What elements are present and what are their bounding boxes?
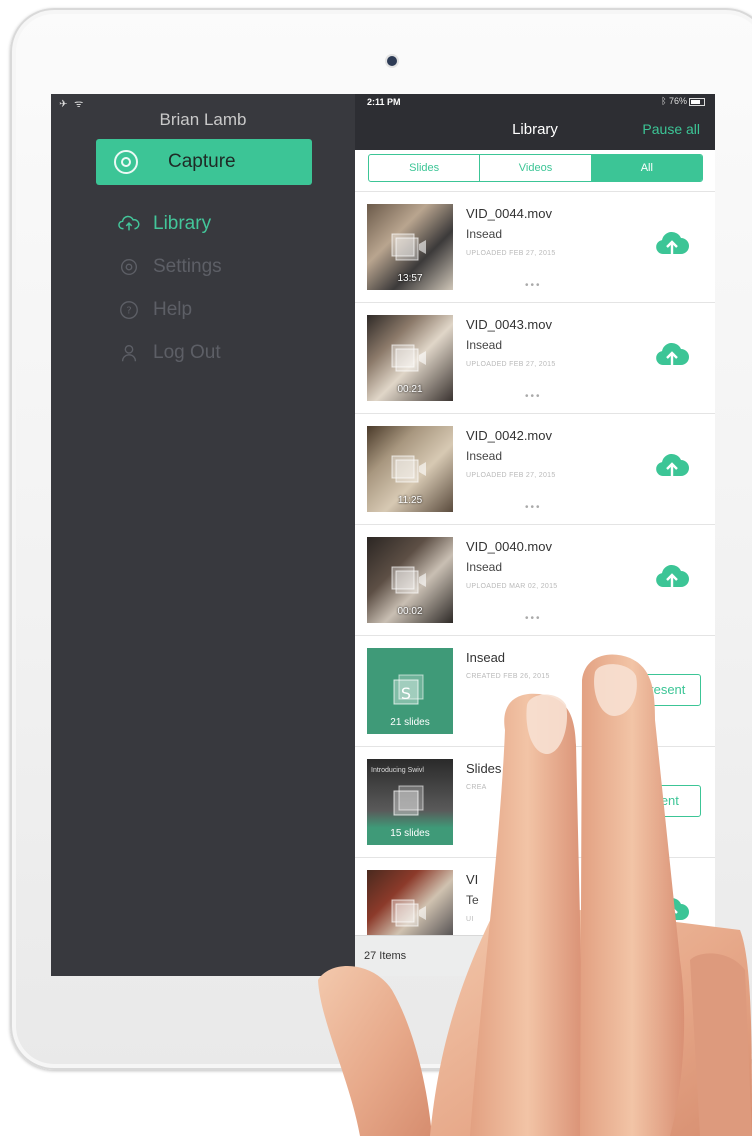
library-pane: 2:11 PM ᛒ 76% Library Pause all Slides V…	[355, 94, 715, 976]
item-count: 27 Items	[364, 950, 407, 962]
gear-icon	[117, 255, 141, 279]
cloud-upload-icon[interactable]	[655, 894, 689, 924]
video-icon	[391, 899, 426, 927]
cloud-upload-icon[interactable]	[655, 339, 689, 369]
list-item[interactable]: 11:25 VID_0042.mov Insead UPLOADED FEB 2…	[355, 413, 715, 524]
capture-icon	[114, 150, 138, 174]
item-count-bar: 27 Items	[355, 935, 715, 976]
slides-icon: S	[393, 674, 424, 705]
user-icon	[117, 341, 141, 365]
item-meta: CREA	[466, 784, 487, 791]
present-button[interactable]: Present	[625, 674, 701, 706]
sidebar-item-logout[interactable]: Log Out	[117, 331, 222, 374]
item-title: VID_0042.mov	[466, 428, 552, 443]
video-thumbnail: 13:57	[367, 204, 453, 290]
item-meta: UPLOADED FEB 27, 2015	[466, 472, 556, 479]
video-thumbnail: 11:25	[367, 426, 453, 512]
list-item[interactable]: S 21 slides Insead CREATED FEB 26, 2015 …	[355, 635, 715, 746]
sidebar-menu: Library Settings ? Help Log Out	[117, 202, 222, 374]
item-subtitle: Insead	[466, 560, 503, 574]
cloud-upload-icon[interactable]	[655, 561, 689, 591]
library-list: 13:57 VID_0044.mov Insead UPLOADED FEB 2…	[355, 191, 715, 968]
sidebar-item-label: Library	[153, 212, 212, 234]
front-camera	[387, 56, 397, 66]
more-dots-icon[interactable]: •••	[525, 280, 542, 291]
video-icon	[391, 344, 426, 372]
item-title: VID_0044.mov	[466, 206, 552, 221]
sidebar: ✈ ᯤ Brian Lamb Capture Library Settings	[51, 94, 355, 976]
app-screen: ✈ ᯤ Brian Lamb Capture Library Settings	[51, 94, 715, 976]
more-dots-icon[interactable]: •••	[525, 613, 542, 624]
item-meta: UPLOADED MAR 02, 2015	[466, 583, 558, 590]
item-title: VID_0040.mov	[466, 539, 552, 554]
tab-videos[interactable]: Videos	[480, 155, 592, 181]
sidebar-item-label: Settings	[153, 255, 222, 277]
help-icon: ?	[117, 298, 141, 322]
slide-count: 21 slides	[390, 717, 430, 728]
video-duration: 11:25	[397, 495, 423, 506]
user-name: Brian Lamb	[159, 110, 247, 129]
svg-text:?: ?	[126, 305, 131, 316]
cloud-upload-icon[interactable]	[655, 228, 689, 258]
capture-label: Capture	[168, 151, 236, 172]
svg-text:S: S	[401, 684, 411, 703]
item-meta: UPLOADED FEB 27, 2015	[466, 250, 556, 257]
list-item[interactable]: 00:02 VID_0040.mov Insead UPLOADED MAR 0…	[355, 524, 715, 635]
bluetooth-icon: ᛒ	[661, 96, 669, 106]
video-icon	[391, 455, 426, 483]
present-button[interactable]: esent	[625, 785, 701, 817]
thumbnail-caption: Introducing Swivl	[371, 767, 424, 774]
item-meta: UPLOADED FEB 27, 2015	[466, 361, 556, 368]
cloud-upload-icon	[117, 212, 141, 236]
video-icon	[391, 233, 426, 261]
battery-percent: 76%	[668, 96, 687, 106]
video-icon	[391, 566, 426, 594]
slide-count: 15 slides	[390, 828, 430, 839]
slides-icon	[393, 785, 424, 816]
video-duration: 00:21	[397, 384, 423, 395]
filter-segmented-control: Slides Videos All	[368, 154, 703, 182]
battery-icon	[689, 97, 705, 106]
sidebar-item-help[interactable]: ? Help	[117, 288, 222, 331]
item-subtitle: Insead	[466, 338, 503, 352]
list-item[interactable]: 00:21 VID_0043.mov Insead UPLOADED FEB 2…	[355, 302, 715, 413]
sidebar-item-label: Help	[153, 298, 193, 320]
sidebar-item-library[interactable]: Library	[117, 202, 222, 245]
airplane-wifi-status-icon: ✈ ᯤ	[59, 99, 86, 110]
more-dots-icon[interactable]: •••	[525, 502, 542, 513]
item-subtitle: Te	[466, 893, 479, 907]
video-duration: 13:57	[397, 273, 423, 284]
item-title: VID_0043.mov	[466, 317, 552, 332]
video-thumbnail: 00:21	[367, 315, 453, 401]
sidebar-item-label: Log Out	[153, 341, 221, 363]
tab-all[interactable]: All	[591, 155, 702, 181]
pause-all-button[interactable]: Pause all	[642, 121, 700, 137]
tab-slides[interactable]: Slides	[369, 155, 481, 181]
battery-status: ᛒ 76%	[661, 96, 705, 106]
list-item[interactable]: 13:57 VID_0044.mov Insead UPLOADED FEB 2…	[355, 191, 715, 302]
slides-thumbnail: Introducing Swivl 15 slides	[367, 759, 453, 845]
item-title: VI	[466, 872, 479, 887]
item-title: Slides	[466, 761, 502, 776]
capture-button[interactable]: Capture	[96, 139, 312, 185]
status-time: 2:11 PM	[367, 97, 401, 107]
sidebar-item-settings[interactable]: Settings	[117, 245, 222, 288]
slides-thumbnail: S 21 slides	[367, 648, 453, 734]
item-subtitle: Insead	[466, 227, 503, 241]
item-subtitle: Insead	[466, 449, 503, 463]
item-meta: UI	[466, 916, 474, 923]
cloud-upload-icon[interactable]	[655, 450, 689, 480]
video-thumbnail: 00:02	[367, 537, 453, 623]
video-duration: 00:02	[397, 606, 423, 617]
item-meta: CREATED FEB 26, 2015	[466, 673, 550, 680]
navigation-bar: 2:11 PM ᛒ 76% Library Pause all	[355, 94, 715, 150]
more-dots-icon[interactable]: •••	[525, 391, 542, 402]
item-title: Insead	[466, 650, 506, 665]
list-item[interactable]: Introducing Swivl 15 slides Slides CREA …	[355, 746, 715, 857]
